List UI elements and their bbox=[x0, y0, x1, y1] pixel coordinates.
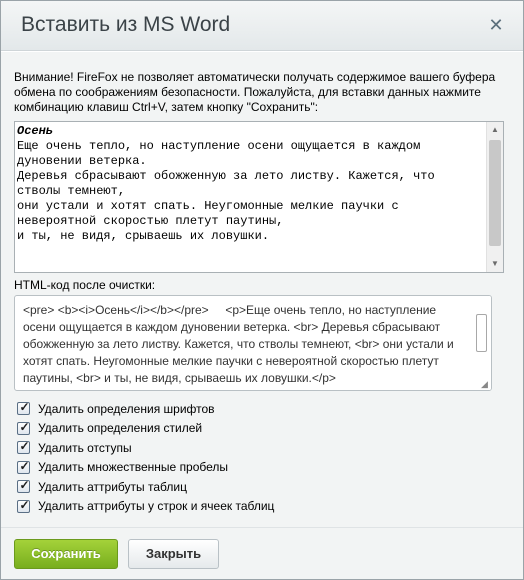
option-label[interactable]: Удалить определения стилей bbox=[38, 421, 202, 435]
option-remove-styles[interactable]: ✓ Удалить определения стилей bbox=[17, 419, 274, 439]
close-icon[interactable]: ✕ bbox=[487, 16, 505, 34]
checkmark-icon: ✓ bbox=[19, 497, 30, 512]
option-remove-fonts[interactable]: ✓ Удалить определения шрифтов bbox=[17, 399, 274, 419]
option-remove-cell-attrs[interactable]: ✓ Удалить аттрибуты у строк и ячеек табл… bbox=[17, 497, 274, 517]
checkmark-icon: ✓ bbox=[19, 439, 30, 454]
checkmark-icon: ✓ bbox=[19, 419, 30, 434]
editor-scroll-thumb[interactable] bbox=[489, 140, 501, 246]
checkmark-icon: ✓ bbox=[19, 458, 30, 473]
html-code-textarea[interactable]: <pre> <b><i>Осень</i></b></pre> <p>Еще о… bbox=[14, 295, 492, 391]
editor-heading: Осень bbox=[17, 124, 54, 138]
option-label[interactable]: Удалить аттрибуты таблиц bbox=[38, 480, 187, 494]
checkmark-icon: ✓ bbox=[19, 400, 30, 415]
paste-editor-content[interactable]: Осень Еще очень тепло, но наступление ос… bbox=[15, 122, 485, 272]
dialog-titlebar[interactable]: Вставить из MS Word ✕ bbox=[1, 1, 523, 51]
paste-editor-area[interactable]: Осень Еще очень тепло, но наступление ос… bbox=[14, 121, 504, 273]
checkbox-remove-indents[interactable]: ✓ bbox=[17, 439, 30, 455]
checkmark-icon: ✓ bbox=[19, 478, 30, 493]
cleanup-options: ✓ Удалить определения шрифтов ✓ Удалить … bbox=[17, 399, 274, 516]
html-code-scrollbar[interactable] bbox=[473, 296, 491, 390]
dialog-body: Внимание! FireFox не позволяет автоматич… bbox=[1, 52, 523, 527]
checkbox-remove-table-attrs[interactable]: ✓ bbox=[17, 478, 30, 494]
option-remove-table-attrs[interactable]: ✓ Удалить аттрибуты таблиц bbox=[17, 477, 274, 497]
html-code-scroll-thumb[interactable] bbox=[476, 314, 487, 352]
close-button[interactable]: Закрыть bbox=[128, 539, 219, 569]
option-label[interactable]: Удалить отступы bbox=[38, 441, 132, 455]
html-code-content[interactable]: <pre> <b><i>Осень</i></b></pre> <p>Еще о… bbox=[15, 296, 471, 390]
paste-from-word-dialog: Вставить из MS Word ✕ Внимание! FireFox … bbox=[0, 0, 524, 580]
scroll-down-arrow-icon[interactable]: ▼ bbox=[487, 256, 503, 272]
checkbox-remove-fonts[interactable]: ✓ bbox=[17, 400, 30, 416]
option-label[interactable]: Удалить множественные пробелы bbox=[38, 460, 228, 474]
html-code-label: HTML-код после очистки: bbox=[14, 278, 156, 292]
editor-text: Еще очень тепло, но наступление осени ощ… bbox=[17, 139, 435, 243]
checkbox-remove-spaces[interactable]: ✓ bbox=[17, 458, 30, 474]
resize-grip-icon[interactable]: ◢ bbox=[481, 380, 489, 389]
editor-scrollbar[interactable]: ▲ ▼ bbox=[486, 122, 503, 272]
checkbox-remove-styles[interactable]: ✓ bbox=[17, 419, 30, 435]
save-button[interactable]: Сохранить bbox=[14, 539, 118, 569]
firefox-warning-text: Внимание! FireFox не позволяет автоматич… bbox=[14, 70, 496, 114]
option-label[interactable]: Удалить аттрибуты у строк и ячеек таблиц bbox=[38, 499, 274, 513]
option-remove-indents[interactable]: ✓ Удалить отступы bbox=[17, 438, 274, 458]
dialog-title: Вставить из MS Word bbox=[21, 13, 231, 36]
option-label[interactable]: Удалить определения шрифтов bbox=[38, 402, 215, 416]
dialog-footer: Сохранить Закрыть bbox=[1, 527, 523, 579]
checkbox-remove-cell-attrs[interactable]: ✓ bbox=[17, 497, 30, 513]
option-remove-spaces[interactable]: ✓ Удалить множественные пробелы bbox=[17, 458, 274, 478]
scroll-up-arrow-icon[interactable]: ▲ bbox=[487, 122, 503, 138]
